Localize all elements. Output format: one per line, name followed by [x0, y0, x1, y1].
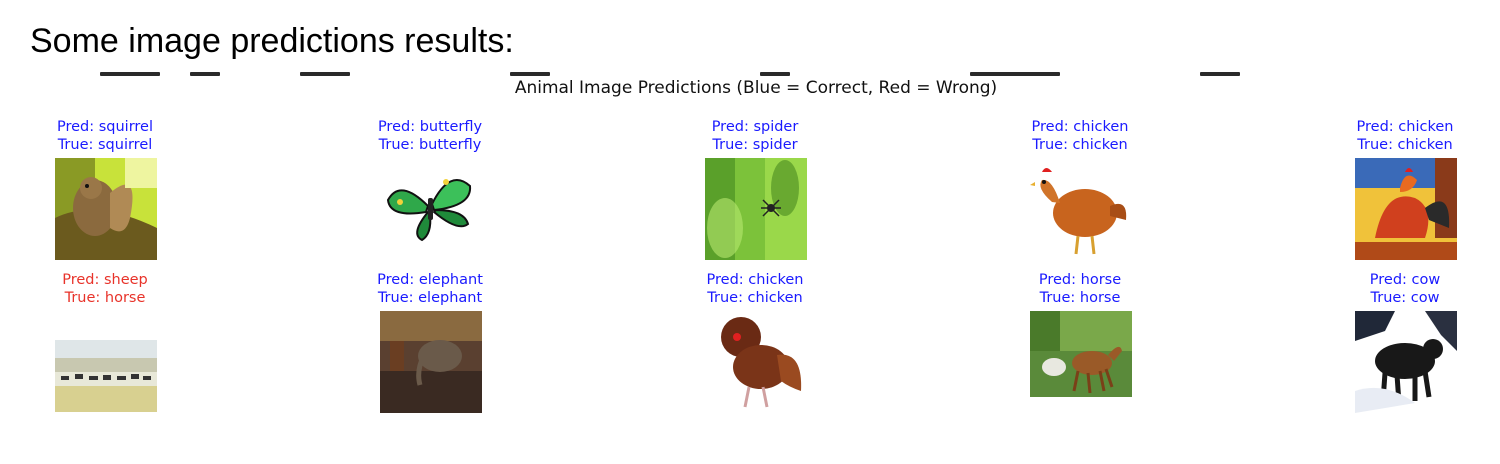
prediction-panel-horse-herd: Pred: sheep True: horse [0, 271, 215, 412]
true-label: True: cow [1370, 290, 1440, 306]
prediction-panel-elephant: Pred: elephant True: elephant [320, 271, 540, 413]
pred-label: Pred: spider [711, 119, 799, 135]
spider-image [705, 158, 807, 260]
pred-label: Pred: sheep [62, 272, 148, 288]
prediction-panel-rooster: Pred: chicken True: chicken [1295, 118, 1500, 260]
pred-label: Pred: squirrel [56, 119, 154, 135]
true-label: True: chicken [707, 290, 803, 306]
page-heading: Some image predictions results: [30, 22, 514, 60]
cow-image [1355, 311, 1457, 413]
pred-label: Pred: horse [1038, 272, 1122, 288]
true-label: True: chicken [1357, 137, 1453, 153]
pred-label: Pred: chicken [1031, 119, 1129, 135]
silkie-rooster-image [705, 311, 807, 413]
true-label: True: spider [712, 137, 798, 153]
pred-label: Pred: cow [1369, 272, 1441, 288]
horse-herd-image [55, 340, 157, 412]
rooster-image [1355, 158, 1457, 260]
prediction-panel-squirrel: Pred: squirrel True: squirrel [0, 118, 215, 260]
true-label: True: butterfly [378, 137, 482, 153]
prediction-panel-horses: Pred: horse True: horse [970, 271, 1190, 407]
true-label: True: squirrel [57, 137, 153, 153]
prediction-panel-cow: Pred: cow True: cow [1295, 271, 1500, 413]
butterfly-image [380, 158, 482, 260]
true-label: True: horse [64, 290, 146, 306]
prediction-panel-butterfly: Pred: butterfly True: butterfly [320, 118, 540, 260]
pred-label: Pred: chicken [706, 272, 804, 288]
prediction-panel-hen: Pred: chicken True: chicken [970, 118, 1190, 260]
true-label: True: horse [1039, 290, 1121, 306]
pred-label: Pred: butterfly [377, 119, 483, 135]
prediction-panel-spider: Pred: spider True: spider [645, 118, 865, 260]
pred-label: Pred: elephant [377, 272, 483, 288]
elephant-image [380, 311, 482, 413]
prediction-panel-silkie-rooster: Pred: chicken True: chicken [645, 271, 865, 413]
hen-image [1030, 158, 1132, 260]
pred-label: Pred: chicken [1356, 119, 1454, 135]
figure-title: Animal Image Predictions (Blue = Correct… [514, 78, 998, 98]
horses-image [1030, 311, 1132, 407]
squirrel-image [55, 158, 157, 260]
true-label: True: elephant [377, 290, 483, 306]
clipped-text-strip [40, 68, 1320, 76]
true-label: True: chicken [1032, 137, 1128, 153]
